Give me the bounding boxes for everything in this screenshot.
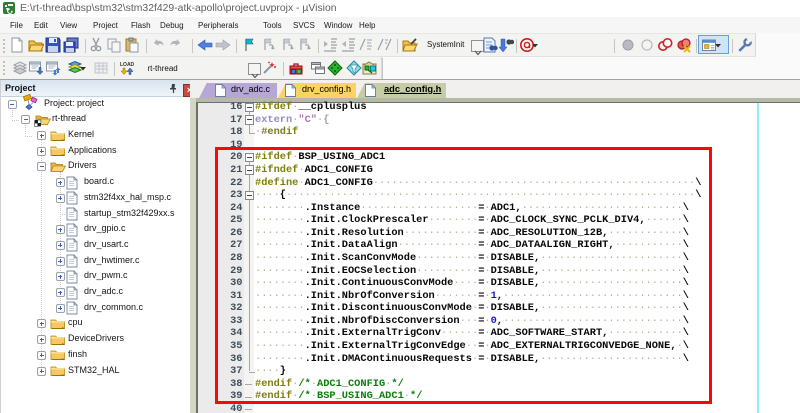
- svg-text:LOAD: LOAD: [120, 62, 135, 68]
